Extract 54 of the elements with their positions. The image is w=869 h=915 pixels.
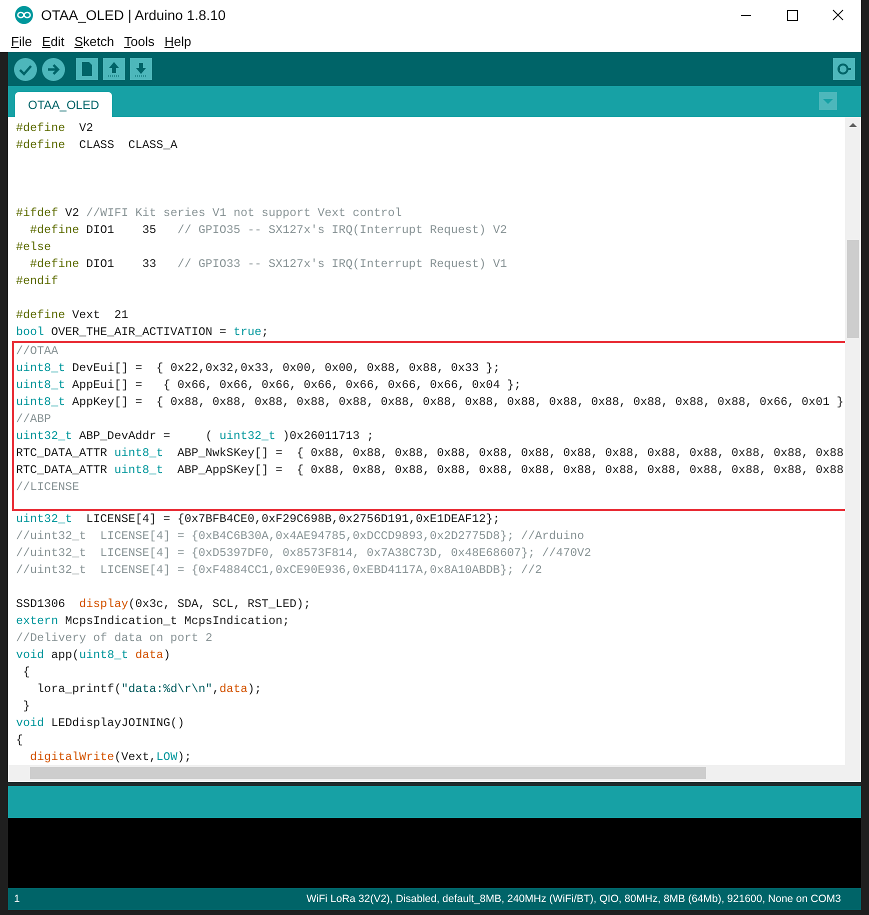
menu-item[interactable]: Edit <box>42 34 64 48</box>
menu-item[interactable]: Tools <box>124 34 154 48</box>
code-line: uint8_t DevEui[] = { 0x22,0x32,0x33, 0x00, 0x00, 0x88, 0x88, 0x33 }; <box>15 360 501 377</box>
code-line: void app(uint8_t data) <box>15 647 172 664</box>
window-title: OTAA_OLED | Arduino 1.8.10 <box>41 7 227 23</box>
code-line: RTC_DATA_ATTR uint8_t ABP_NwkSKey[] = { 0x88, 0x88, 0x88, 0x88, 0x88, 0x88, 0x88, 0x88, 0x88, 0x88, 0x88, 0x88, 0x88 <box>15 445 845 462</box>
code-line: //LICENSE <box>15 479 80 496</box>
code-line: #endif <box>15 273 60 290</box>
code-editor[interactable] <box>8 117 861 765</box>
logo-icon <box>15 6 33 24</box>
code-line: //OTAA <box>15 343 60 360</box>
sketch-tab[interactable]: OTAA_OLED <box>15 92 112 117</box>
code-line: bool OVER_THE_AIR_ACTIVATION = true; <box>15 324 270 341</box>
line-number: 1 <box>14 893 20 905</box>
menu-item[interactable]: Help <box>164 34 192 48</box>
code-line: #ifdef V2 //WIFI Kit series V1 not support Vext control <box>15 205 403 222</box>
code-line: } <box>22 698 32 715</box>
open-button[interactable] <box>103 58 125 80</box>
scroll-up-icon[interactable] <box>848 120 858 130</box>
code-line: #define DIO1 33 // GPIO33 -- SX127x's IRQ(Interrupt Request) V1 <box>29 256 508 273</box>
code-line: #define V2 <box>15 120 94 137</box>
horizontal-scrollbar[interactable] <box>8 765 861 782</box>
code-line: #define DIO1 35 // GPIO35 -- SX127x's IRQ(Interrupt Request) V2 <box>29 222 508 239</box>
board-info: WiFi LoRa 32(V2), Disabled, default_8MB, 240MHz (WiFi/BT), QIO, 80MHz, 8MB (64Mb), 921600, None on COM3 <box>306 893 841 905</box>
code-line: extern McpsIndication_t McpsIndication; <box>15 613 291 630</box>
scrollbar-thumb[interactable] <box>847 240 859 338</box>
code-line: //uint32_t LICENSE[4] = {0xB4C6B30A,0x4AE94785,0xDCCD9893,0x2D2775D8}; //Arduino <box>15 528 586 545</box>
code-line: uint32_t ABP_DevAddr = ( uint32_t )0x26011713 ; <box>15 428 375 445</box>
upload-button[interactable] <box>42 58 65 80</box>
serial-monitor-button[interactable] <box>833 58 855 80</box>
code-line: //Delivery of data on port 2 <box>15 630 214 647</box>
save-button[interactable] <box>130 58 152 80</box>
code-line: uint8_t AppEui[] = { 0x66, 0x66, 0x66, 0x66, 0x66, 0x66, 0x66, 0x04 }; <box>15 377 522 394</box>
vertical-scrollbar[interactable] <box>845 117 861 765</box>
code-line: //uint32_t LICENSE[4] = {0xD5397DF0, 0x8573F814, 0x7A38C73D, 0x48E68607}; //470V2 <box>15 545 592 562</box>
code-line: #define CLASS CLASS_A <box>15 137 178 154</box>
code-line: { <box>22 664 32 681</box>
menu-item[interactable]: Sketch <box>74 34 114 48</box>
scrollbar-thumb[interactable] <box>30 767 706 779</box>
code-line: lora_printf("data:%d\r\n",data); <box>36 681 263 698</box>
code-line: void LEDdisplayJOINING() <box>15 715 186 732</box>
verify-button[interactable] <box>14 58 37 80</box>
code-line: //uint32_t LICENSE[4] = {0xF4884CC1,0xCE90E936,0xEBD4117A,0x8A10ABDB}; //2 <box>15 562 544 579</box>
code-line: uint8_t AppKey[] = { 0x88, 0x88, 0x88, 0x88, 0x88, 0x88, 0x88, 0x88, 0x88, 0x88, 0x88, 0x88, 0x88, 0x88, 0x66, 0x01 } <box>15 394 845 411</box>
code-line: #else <box>15 239 52 256</box>
code-line: digitalWrite(Vext,LOW); <box>29 749 192 765</box>
code-line: SSD1306 display(0x3c, SDA, SCL, RST_LED); <box>15 596 312 613</box>
code-line: { <box>15 732 24 749</box>
code-line: RTC_DATA_ATTR uint8_t ABP_AppSKey[] = { 0x88, 0x88, 0x88, 0x88, 0x88, 0x88, 0x88, 0x88, 0x88, 0x88, 0x88, 0x88, 0x88 <box>15 462 845 479</box>
code-line: #define Vext 21 <box>15 307 130 324</box>
new-file-button[interactable] <box>76 58 98 80</box>
code-line: //ABP <box>15 411 52 428</box>
code-line: uint32_t LICENSE[4] = {0x7BFB4CE0,0xF29C698B,0x2756D191,0xE1DEAF12}; <box>15 511 501 528</box>
menu-item[interactable]: File <box>11 34 32 48</box>
